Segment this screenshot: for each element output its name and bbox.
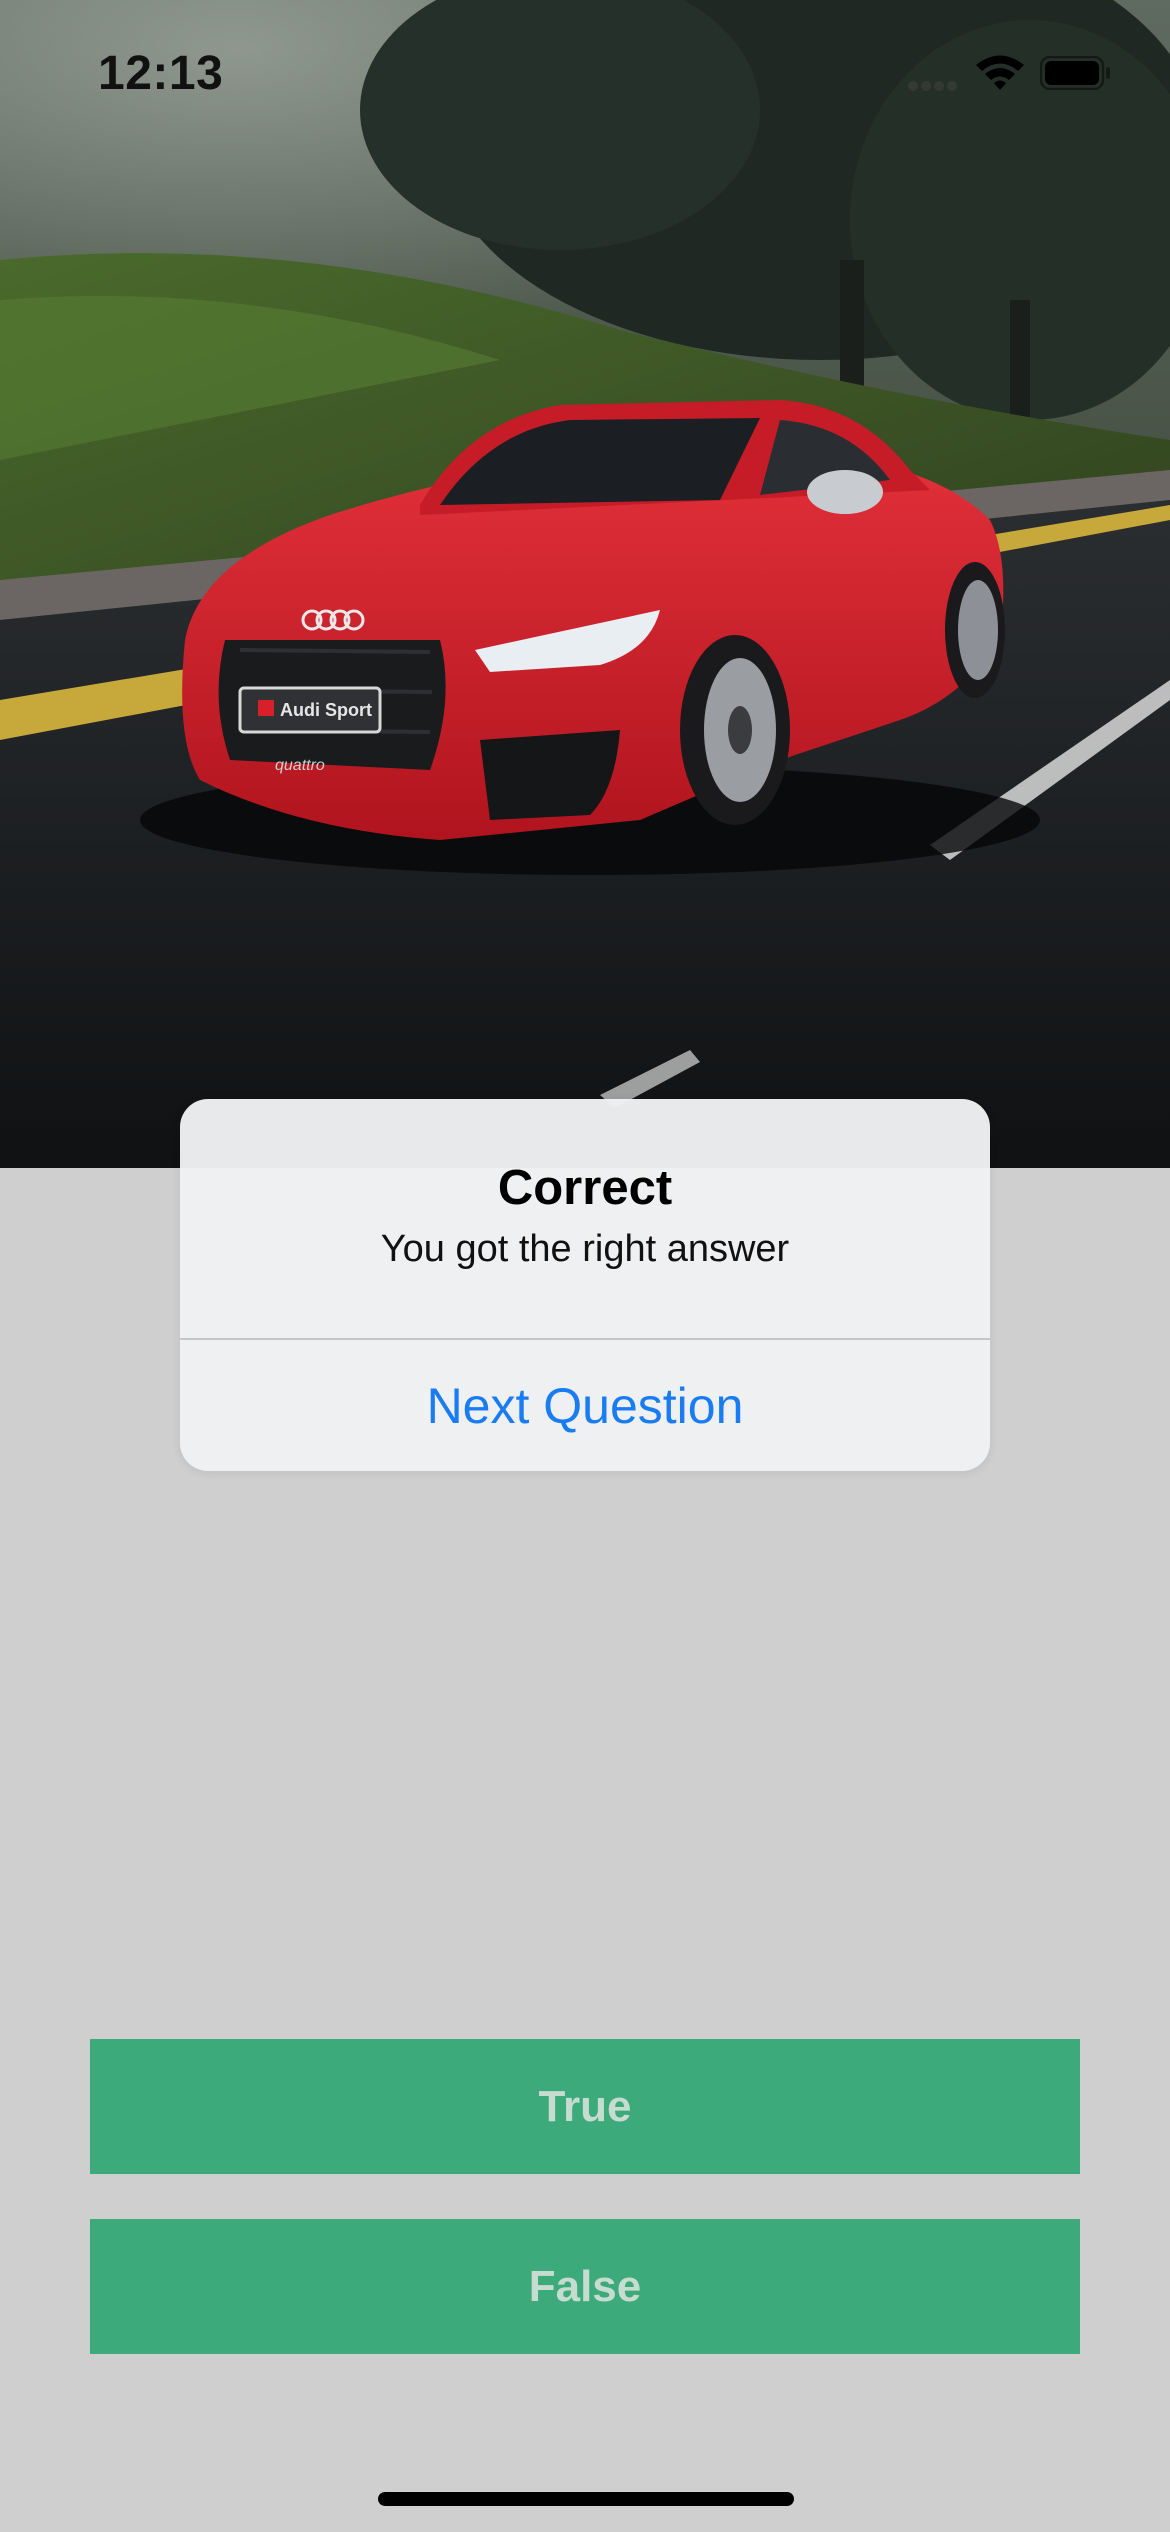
status-bar: 12:13 (0, 0, 1170, 140)
battery-full-icon (1039, 55, 1112, 91)
car-photo: Audi Sport quattro (0, 0, 1170, 1168)
quattro-badge: quattro (275, 757, 325, 774)
plate-text: Audi Sport (280, 700, 372, 720)
false-button[interactable]: False (90, 2219, 1080, 2354)
alert-message: You got the right answer (380, 1228, 790, 1270)
alert-title: Correct (497, 1161, 673, 1215)
wifi-icon (974, 52, 1026, 92)
alert-dialog: Correct You got the right answer Next Qu… (180, 1099, 990, 1471)
home-indicator[interactable] (378, 2492, 794, 2506)
next-question-button[interactable]: Next Question (180, 1340, 990, 1471)
status-time: 12:13 (98, 47, 224, 100)
true-button[interactable]: True (90, 2039, 1080, 2174)
cellular-signal-icon (908, 78, 960, 91)
